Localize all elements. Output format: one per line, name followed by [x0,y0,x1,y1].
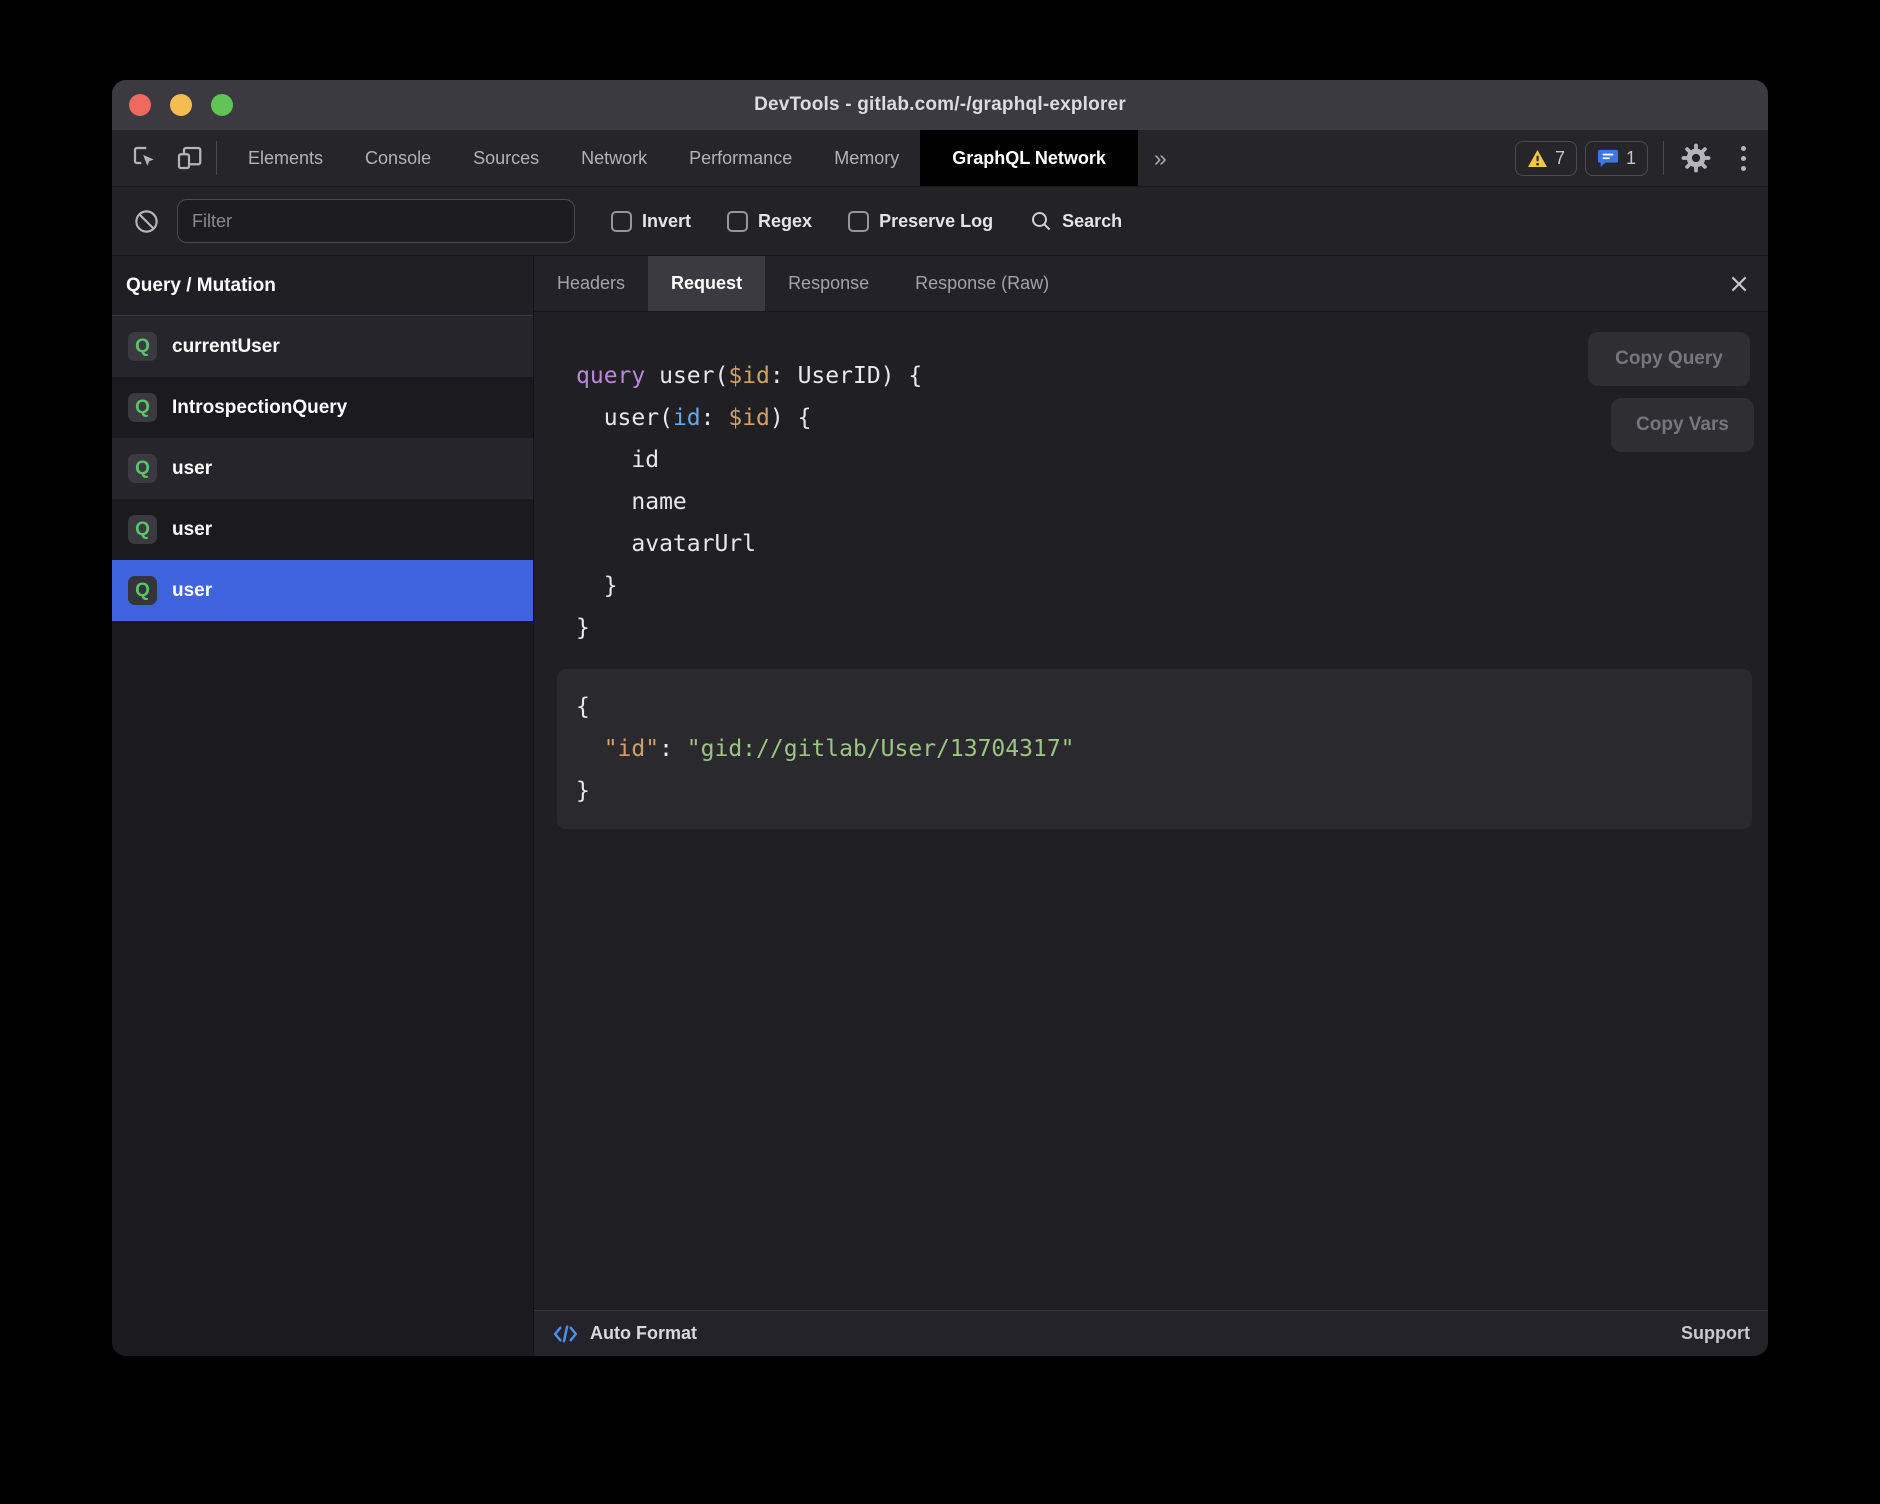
query-item-label: user [172,458,212,480]
query-type-badge: Q [128,332,157,361]
close-panel-icon[interactable] [1728,273,1750,295]
auto-format-label: Auto Format [590,1323,697,1344]
tabbar-right-divider [1663,141,1664,175]
invert-checkbox-group[interactable]: Invert [611,211,691,232]
copy-vars-button[interactable]: Copy Vars [1611,398,1754,452]
query-list-item-user-1[interactable]: Q user [112,438,533,499]
devtools-window: DevTools - gitlab.com/-/graphql-explorer [112,80,1768,1356]
query-item-label: user [172,580,212,602]
preserve-log-checkbox-group[interactable]: Preserve Log [848,211,993,232]
warning-count: 7 [1555,148,1565,169]
query-type-badge: Q [128,515,157,544]
tab-response[interactable]: Response [765,256,892,311]
issues-badge[interactable]: 1 [1585,141,1648,176]
tab-performance[interactable]: Performance [668,130,813,186]
more-options-kebab-icon[interactable] [1735,146,1752,171]
preserve-log-label: Preserve Log [879,211,993,232]
query-list-header: Query / Mutation [112,256,533,316]
device-toolbar-icon[interactable] [172,141,206,175]
tab-network[interactable]: Network [560,130,668,186]
query-item-label: IntrospectionQuery [172,397,347,419]
auto-format-control[interactable]: Auto Format [552,1322,697,1346]
regex-checkbox-group[interactable]: Regex [727,211,812,232]
warnings-badge[interactable]: 7 [1515,141,1577,176]
settings-gear-icon[interactable] [1679,141,1713,175]
query-item-label: currentUser [172,336,280,358]
window-title: DevTools - gitlab.com/-/graphql-explorer [112,94,1768,116]
query-list-item-user-2[interactable]: Q user [112,499,533,560]
more-tabs-chevron-icon[interactable]: » [1138,130,1183,186]
invert-label: Invert [642,211,691,232]
invert-checkbox[interactable] [611,211,632,232]
status-bar: Auto Format Support [534,1310,1768,1356]
query-type-badge: Q [128,393,157,422]
query-type-badge: Q [128,454,157,483]
support-link[interactable]: Support [1681,1323,1750,1344]
message-icon [1597,148,1619,169]
query-list-item-currentuser[interactable]: Q currentUser [112,316,533,377]
tab-console[interactable]: Console [344,130,452,186]
warning-icon [1527,149,1548,168]
query-list-item-user-3-selected[interactable]: Q user [112,560,533,621]
tab-response-raw[interactable]: Response (Raw) [892,256,1072,311]
graphql-query-code: query user($id: UserID) { user(id: $id) … [576,355,1752,649]
request-content: query user($id: UserID) { user(id: $id) … [534,312,1768,1310]
code-brackets-icon [552,1322,579,1346]
message-count: 1 [1626,148,1636,169]
detail-tab-bar: Headers Request Response Response (Raw) [534,256,1768,312]
devtools-tab-bar: Elements Console Sources Network Perform… [112,130,1768,186]
query-list-panel: Query / Mutation Q currentUser Q Introsp… [112,256,534,1356]
tab-sources[interactable]: Sources [452,130,560,186]
search-icon [1029,209,1053,233]
query-type-badge: Q [128,576,157,605]
copy-query-button[interactable]: Copy Query [1588,332,1750,386]
filter-input[interactable] [177,199,575,243]
clear-block-icon[interactable] [129,204,163,238]
inspect-element-icon[interactable] [128,141,162,175]
tab-memory[interactable]: Memory [813,130,920,186]
regex-label: Regex [758,211,812,232]
request-variables-box: { "id": "gid://gitlab/User/13704317"} [557,669,1752,829]
tab-headers[interactable]: Headers [534,256,648,311]
title-bar: DevTools - gitlab.com/-/graphql-explorer [112,80,1768,130]
tab-graphql-network[interactable]: GraphQL Network [920,130,1138,186]
query-item-label: user [172,519,212,541]
regex-checkbox[interactable] [727,211,748,232]
query-list-item-introspectionquery[interactable]: Q IntrospectionQuery [112,377,533,438]
toolbar-divider [216,141,217,175]
request-detail-panel: Headers Request Response Response (Raw) … [534,256,1768,1356]
tab-elements[interactable]: Elements [227,130,344,186]
search-control[interactable]: Search [1029,209,1122,233]
preserve-log-checkbox[interactable] [848,211,869,232]
filter-bar: Invert Regex Preserve Log Search [112,186,1768,256]
search-label: Search [1062,211,1122,232]
tab-request[interactable]: Request [648,256,765,311]
